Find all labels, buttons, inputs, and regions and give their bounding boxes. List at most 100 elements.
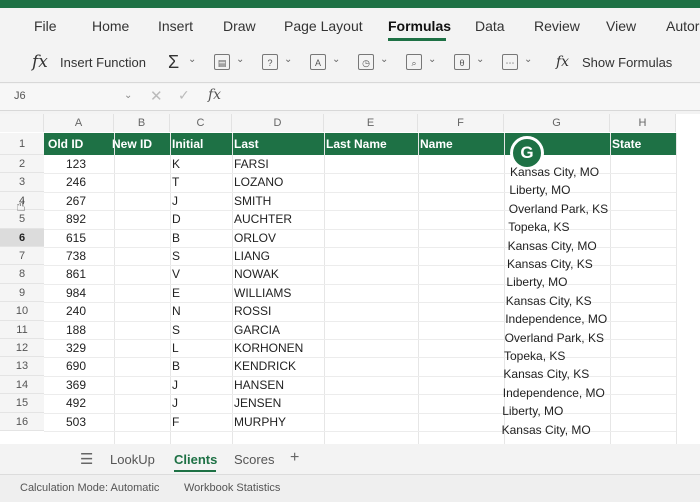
name-box[interactable]: J6 — [14, 90, 26, 102]
cell-old-id[interactable]: 738 — [66, 247, 86, 265]
row-number-11[interactable]: 11 — [0, 320, 44, 339]
menu-data[interactable]: Data — [475, 18, 505, 34]
chevron-down-icon[interactable]: ⌄ — [524, 54, 532, 65]
spreadsheet-grid[interactable]: A B C D E F G H Old ID New ID Initial La… — [0, 114, 700, 444]
cell-last[interactable]: ROSSI — [234, 302, 271, 320]
cell-last[interactable]: MURPHY — [234, 413, 286, 431]
cell-last[interactable]: LOZANO — [234, 173, 283, 191]
menu-view[interactable]: View — [606, 18, 636, 34]
autosum-icon[interactable]: Σ — [168, 52, 179, 73]
cell-initial[interactable]: E — [172, 284, 180, 302]
cell-old-id[interactable]: 123 — [66, 155, 86, 173]
cell-initial[interactable]: B — [172, 229, 180, 247]
column-header-d[interactable]: D — [232, 114, 324, 132]
menu-page-layout[interactable]: Page Layout — [284, 18, 363, 34]
chevron-down-icon[interactable]: ⌄ — [188, 54, 196, 65]
row-number-14[interactable]: 14 — [0, 375, 44, 395]
cell-initial[interactable]: D — [172, 210, 181, 228]
cell-last[interactable]: ORLOV — [234, 229, 276, 247]
column-header-g[interactable]: G — [504, 114, 610, 132]
add-sheet-button[interactable]: + — [290, 449, 299, 467]
sheet-tab-lookup[interactable]: LookUp — [110, 452, 155, 467]
cell-old-id[interactable]: 861 — [66, 265, 86, 283]
cell-location[interactable]: Kansas City, MO — [508, 237, 597, 255]
header-new-id[interactable]: New ID — [112, 133, 152, 155]
row-number-7[interactable]: 7 — [0, 247, 44, 266]
column-header-b[interactable]: B — [114, 114, 170, 132]
cell-old-id[interactable]: 369 — [66, 376, 86, 394]
cell-old-id[interactable]: 892 — [66, 210, 86, 228]
cell-location[interactable]: Kansas City, KS — [506, 292, 592, 310]
column-header-e[interactable]: E — [324, 114, 418, 132]
cell-location[interactable]: Topeka, KS — [508, 218, 569, 236]
chevron-down-icon[interactable]: ⌄ — [236, 54, 244, 65]
cell-initial[interactable]: K — [172, 155, 180, 173]
cell-old-id[interactable]: 240 — [66, 302, 86, 320]
more-functions-icon[interactable]: ⋯ — [502, 54, 518, 70]
cell-old-id[interactable]: 267 — [66, 192, 86, 210]
cell-old-id[interactable]: 690 — [66, 357, 86, 375]
calculation-mode-status[interactable]: Calculation Mode: Automatic — [20, 482, 159, 494]
row-number-15[interactable]: 15 — [0, 394, 44, 413]
row-number-6[interactable]: 6 — [0, 228, 44, 247]
cell-last[interactable]: KENDRICK — [234, 357, 296, 375]
cell-old-id[interactable]: 984 — [66, 284, 86, 302]
header-state[interactable]: State — [612, 133, 641, 155]
column-header-a[interactable]: A — [44, 114, 114, 132]
cell-location[interactable]: Overland Park, KS — [505, 329, 604, 347]
select-all-corner[interactable] — [0, 114, 44, 132]
row-number-13[interactable]: 13 — [0, 357, 44, 376]
header-last[interactable]: Last — [234, 133, 259, 155]
cell-location[interactable]: Liberty, MO — [502, 402, 563, 420]
cell-last[interactable]: NOWAK — [234, 265, 279, 283]
cell-last[interactable]: HANSEN — [234, 376, 284, 394]
insert-function-button[interactable]: Insert Function — [60, 55, 146, 70]
cell-old-id[interactable]: 246 — [66, 173, 86, 191]
text-icon[interactable]: A — [310, 54, 326, 70]
cell-initial[interactable]: S — [172, 321, 180, 339]
cell-last[interactable]: FARSI — [234, 155, 269, 173]
chevron-down-icon[interactable]: ⌄ — [332, 54, 340, 65]
cell-last[interactable]: KORHONEN — [234, 339, 303, 357]
row-number-12[interactable]: 12 — [0, 339, 44, 358]
header-name[interactable]: Name — [420, 133, 453, 155]
cell-last[interactable]: SMITH — [234, 192, 271, 210]
sheet-tab-scores[interactable]: Scores — [234, 452, 274, 467]
cell-old-id[interactable]: 492 — [66, 394, 86, 412]
header-initial[interactable]: Initial — [172, 133, 203, 155]
cell-last[interactable]: LIANG — [234, 247, 270, 265]
cell-old-id[interactable]: 615 — [66, 229, 86, 247]
workbook-statistics-button[interactable]: Workbook Statistics — [184, 482, 280, 494]
cell-initial[interactable]: L — [172, 339, 179, 357]
logical-icon[interactable]: ? — [262, 54, 278, 70]
cell-old-id[interactable]: 329 — [66, 339, 86, 357]
cell-initial[interactable]: V — [172, 265, 180, 283]
cell-location[interactable]: Kansas City, MO — [502, 421, 591, 439]
cell-initial[interactable]: J — [172, 192, 178, 210]
menu-draw[interactable]: Draw — [223, 18, 256, 34]
chevron-down-icon[interactable]: ⌄ — [124, 90, 132, 101]
cell-location[interactable]: Liberty, MO — [506, 273, 567, 291]
cell-location[interactable]: Topeka, KS — [504, 347, 565, 365]
cell-initial[interactable]: J — [172, 394, 178, 412]
chevron-down-icon[interactable]: ⌄ — [428, 54, 436, 65]
cell-initial[interactable]: N — [172, 302, 181, 320]
cell-last[interactable]: AUCHTER — [234, 210, 292, 228]
cancel-icon[interactable]: ✕ — [150, 87, 163, 105]
menu-review[interactable]: Review — [534, 18, 580, 34]
cell-location[interactable]: Kansas City, KS — [503, 365, 589, 383]
row-number-1[interactable]: 1 — [0, 133, 44, 155]
menu-insert[interactable]: Insert — [158, 18, 193, 34]
chevron-down-icon[interactable]: ⌄ — [380, 54, 388, 65]
row-number-8[interactable]: 8 — [0, 265, 44, 284]
column-header-h[interactable]: H — [610, 114, 676, 132]
sheet-tab-clients[interactable]: Clients — [174, 452, 217, 467]
row-number-2[interactable]: 2 — [0, 155, 44, 174]
lookup-reference-icon[interactable]: ⌕ — [406, 54, 422, 70]
recently-used-icon[interactable]: ▤ — [214, 54, 230, 70]
date-time-icon[interactable]: ◷ — [358, 54, 374, 70]
menu-home[interactable]: Home — [92, 18, 129, 34]
row-number-16[interactable]: 16 — [0, 412, 44, 431]
cell-last[interactable]: JENSEN — [234, 394, 281, 412]
all-sheets-menu-icon[interactable]: ☰ — [80, 450, 93, 468]
